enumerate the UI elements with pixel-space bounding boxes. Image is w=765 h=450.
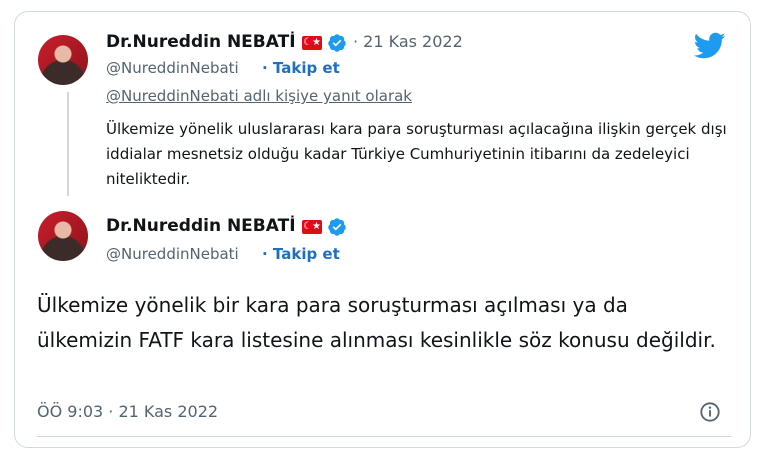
follow-button[interactable]: · Takip et	[262, 59, 340, 77]
tweet-timestamp[interactable]: ÖÖ 9:03 · 21 Kas 2022	[37, 402, 218, 421]
author-name[interactable]: Dr.Nureddin NEBATİ	[106, 32, 296, 52]
reply-tweet-text: Ülkemize yönelik uluslararası kara para …	[106, 120, 727, 188]
turkey-flag-icon: ☾★	[302, 220, 322, 234]
follow-button[interactable]: · Takip et	[262, 245, 340, 263]
turkey-flag-icon: ☾★	[302, 36, 322, 50]
tweet-embed-card: Dr.Nureddin NEBATİ ☾★ · 21 Kas 2022 @Nur…	[14, 11, 751, 448]
twitter-bird-icon[interactable]	[694, 32, 726, 60]
main-tweet-text: Ülkemize yönelik bir kara para soruşturm…	[37, 293, 716, 352]
verified-badge-icon	[328, 34, 346, 52]
reply-context-link[interactable]: @NureddinNebati adlı kişiye yanıt olarak	[106, 87, 412, 105]
info-icon[interactable]	[699, 401, 721, 423]
avatar[interactable]	[38, 35, 88, 85]
tweet-date[interactable]: · 21 Kas 2022	[353, 32, 463, 51]
verified-badge-icon	[328, 218, 346, 236]
thread-connector-line	[67, 92, 69, 196]
author-handle[interactable]: @NureddinNebati	[106, 59, 239, 77]
divider	[37, 436, 731, 437]
author-name[interactable]: Dr.Nureddin NEBATİ	[106, 216, 296, 236]
author-handle[interactable]: @NureddinNebati	[106, 245, 239, 263]
avatar[interactable]	[38, 211, 88, 261]
